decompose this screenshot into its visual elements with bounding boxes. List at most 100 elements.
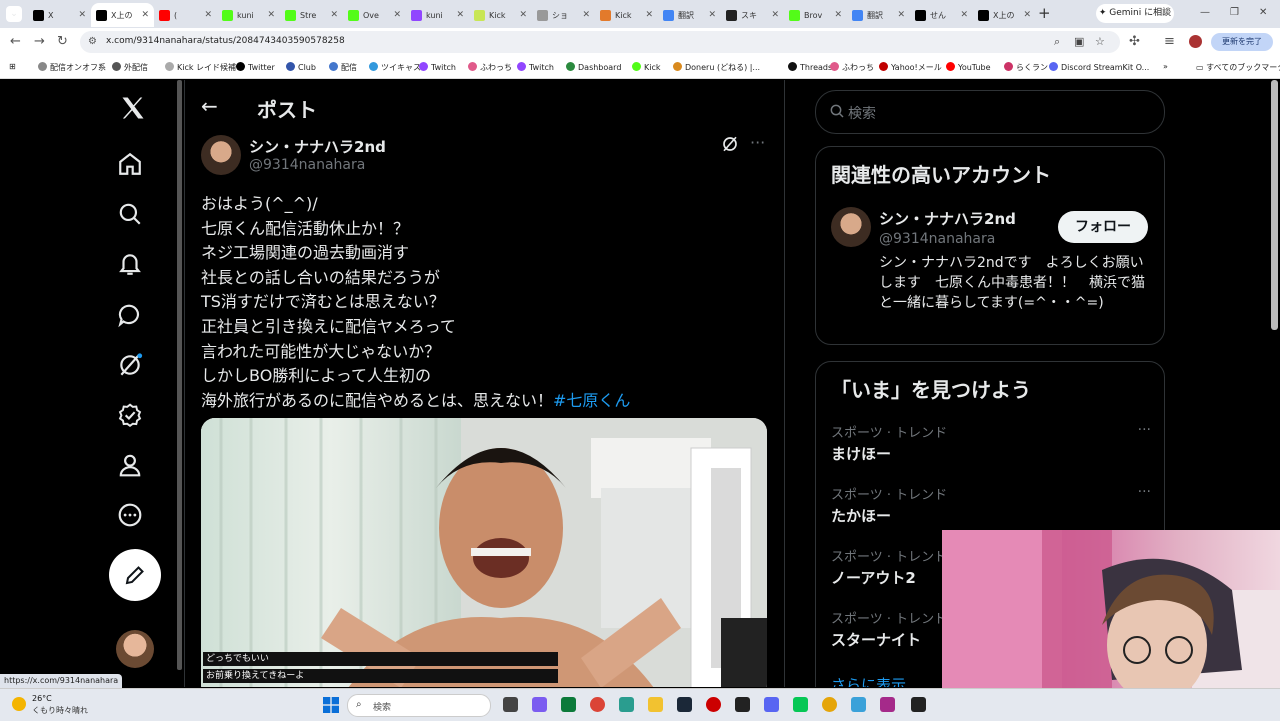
tab-close-icon[interactable]: ✕	[141, 10, 149, 20]
line-icon[interactable]	[793, 697, 808, 712]
windows-start-icon[interactable]	[323, 697, 339, 717]
browser-tab[interactable]: kuni ✕	[217, 3, 280, 27]
all-bookmarks[interactable]: ▭ すべてのブックマーク	[1196, 62, 1280, 73]
app-icon[interactable]	[561, 697, 576, 712]
app-icon[interactable]	[735, 697, 750, 712]
browser-tab[interactable]: X上の ✕	[973, 3, 1036, 27]
trend-item[interactable]: スポーツ · トレンド たかほー ···	[831, 484, 1151, 526]
apps-icon[interactable]: ⊞	[9, 62, 16, 71]
right-scrollbar[interactable]	[1271, 80, 1278, 330]
bookmark-item[interactable]: Yahoo!メール	[879, 62, 942, 73]
browser-tab[interactable]: X ✕	[28, 3, 91, 27]
bookmark-item[interactable]: Twitter	[236, 62, 275, 72]
file-explorer-icon[interactable]	[648, 697, 663, 712]
related-account-handle[interactable]: @9314nanahara	[879, 231, 995, 247]
chrome-icon[interactable]	[590, 697, 605, 712]
tab-close-icon[interactable]: ✕	[1023, 10, 1031, 20]
reload-icon[interactable]: ↻	[57, 34, 68, 49]
post-more-icon[interactable]: ···	[750, 133, 765, 152]
media-icon[interactable]: ≡	[1164, 34, 1175, 49]
grok-explain-icon[interactable]	[721, 135, 739, 157]
compose-post-button[interactable]	[109, 549, 161, 601]
browser-tab[interactable]: ショ ✕	[532, 3, 595, 27]
terminal-icon[interactable]	[911, 697, 926, 712]
back-arrow-icon[interactable]: ←	[201, 94, 218, 118]
notifications-bell-icon[interactable]	[116, 250, 144, 278]
tab-close-icon[interactable]: ✕	[834, 10, 842, 20]
back-icon[interactable]: ←	[10, 34, 21, 49]
browser-tab[interactable]: Kick ✕	[595, 3, 658, 27]
browser-tab[interactable]: Brov ✕	[784, 3, 847, 27]
cast-icon[interactable]: ▣	[1074, 35, 1084, 48]
related-account-name[interactable]: シン・ナナハラ2nd	[879, 208, 1016, 229]
bookmark-item[interactable]: 配信	[329, 62, 357, 73]
task-view-icon[interactable]	[503, 697, 518, 712]
related-account-avatar[interactable]	[831, 207, 871, 247]
follow-button[interactable]: フォロー	[1058, 211, 1148, 243]
tab-close-icon[interactable]: ✕	[204, 10, 212, 20]
bookmark-item[interactable]: Kick	[632, 62, 661, 72]
browser-tab[interactable]: 翻訳 ✕	[658, 3, 721, 27]
left-scrollbar[interactable]	[177, 80, 182, 670]
site-info-icon[interactable]: ⚙	[88, 36, 97, 47]
tab-close-icon[interactable]: ✕	[267, 10, 275, 20]
bookmark-item[interactable]: Threads	[788, 62, 832, 72]
steam-icon[interactable]	[677, 697, 692, 712]
show-more-link[interactable]: さらに表示	[831, 674, 906, 687]
bookmark-item[interactable]: YouTube	[946, 62, 991, 72]
edge-icon[interactable]	[619, 697, 634, 712]
browser-tab[interactable]: スキ ✕	[721, 3, 784, 27]
bookmark-item[interactable]: Kick レイド候補	[165, 62, 236, 73]
trend-item[interactable]: スポーツ · トレンド まけほー ···	[831, 422, 1151, 464]
bookmark-item[interactable]: Discord StreamKit O...	[1049, 62, 1149, 72]
copilot-icon[interactable]	[532, 697, 547, 712]
bookmark-item[interactable]: Doneru (どねる) |...	[673, 62, 760, 73]
tab-close-icon[interactable]: ✕	[393, 10, 401, 20]
tab-close-icon[interactable]: ✕	[960, 10, 968, 20]
grok-icon[interactable]	[116, 351, 144, 379]
tab-close-icon[interactable]: ✕	[456, 10, 464, 20]
restore-icon[interactable]: ❐	[1230, 7, 1239, 18]
browser-tab[interactable]: Stre ✕	[280, 3, 343, 27]
home-icon[interactable]	[116, 150, 144, 178]
zoom-icon[interactable]: ⌕	[1054, 35, 1060, 49]
bookmark-star-icon[interactable]: ☆	[1095, 35, 1105, 48]
browser-tab[interactable]: せん ✕	[910, 3, 973, 27]
extensions-icon[interactable]: ✣	[1129, 34, 1140, 49]
taskbar-search-input[interactable]: ⌕ 検索	[347, 694, 491, 717]
new-tab-button[interactable]: +	[1038, 4, 1051, 22]
profile-icon[interactable]	[116, 451, 144, 479]
update-button[interactable]: 更新を完了	[1211, 33, 1273, 51]
address-bar[interactable]: ⚙ x.com/9314nanahara/status/208474340359…	[80, 31, 1120, 53]
minimize-icon[interactable]: —	[1200, 7, 1210, 18]
trend-more-icon[interactable]: ···	[1138, 422, 1151, 438]
gemini-button[interactable]: ✦ Gemini に相談	[1096, 4, 1174, 23]
bookmark-item[interactable]: Club	[286, 62, 316, 72]
bookmark-item[interactable]: Twitch	[419, 62, 456, 72]
browser-tab[interactable]: X上の ✕	[91, 3, 154, 27]
bookmark-item[interactable]: Dashboard	[566, 62, 621, 72]
messages-icon[interactable]	[116, 301, 144, 329]
bookmark-item[interactable]: らくラン	[1004, 62, 1048, 73]
trend-more-icon[interactable]: ···	[1138, 484, 1151, 500]
explore-search-icon[interactable]	[116, 200, 144, 228]
discord-icon[interactable]	[764, 697, 779, 712]
browser-tab[interactable]: 翻訳 ✕	[847, 3, 910, 27]
browser-tab[interactable]: Kick ✕	[469, 3, 532, 27]
bookmark-item[interactable]: 外配信	[112, 62, 148, 73]
verified-badge-icon[interactable]	[116, 401, 144, 429]
bookmark-item[interactable]: Twitch	[517, 62, 554, 72]
browser-tab[interactable]: kuni ✕	[406, 3, 469, 27]
bookmark-item[interactable]: ふわっち	[830, 62, 874, 73]
author-handle[interactable]: @9314nanahara	[249, 157, 365, 173]
obs-icon[interactable]	[706, 697, 721, 712]
weather-icon[interactable]	[12, 697, 26, 711]
tab-close-icon[interactable]: ✕	[708, 10, 716, 20]
tab-search-button[interactable]: ⌄	[6, 6, 22, 22]
author-avatar[interactable]	[201, 135, 241, 175]
bookmark-item[interactable]: 配信オンオフ系	[38, 62, 106, 73]
tab-close-icon[interactable]: ✕	[78, 10, 86, 20]
bookmark-item[interactable]: ツイキャス	[369, 62, 421, 73]
browser-tab[interactable]: (✕	[154, 3, 217, 27]
search-input[interactable]: 検索	[815, 90, 1165, 134]
